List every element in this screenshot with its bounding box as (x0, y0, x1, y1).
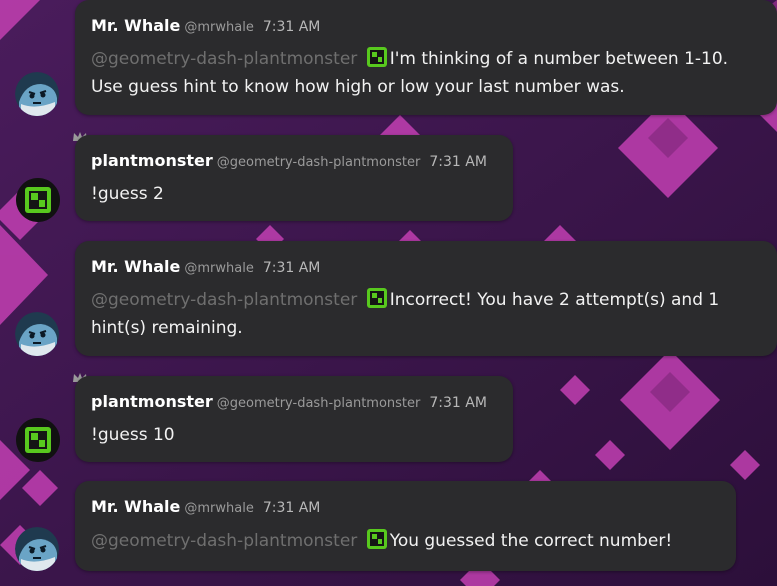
author-name[interactable]: plantmonster (91, 151, 213, 170)
message-bubble: Mr. Whale @mrwhale 7:31 AM @geometry-dash-… (75, 481, 736, 571)
message-bubble: plantmonster @geometry-dash-plantmonster 7… (75, 376, 513, 462)
timestamp: 7:31 AM (262, 260, 321, 276)
author-handle: @mrwhale (184, 261, 254, 276)
user-mention[interactable]: @geometry-dash-plantmonster (91, 531, 357, 551)
timestamp: 7:31 AM (262, 19, 321, 35)
author-name[interactable]: Mr. Whale (91, 16, 180, 35)
message-bubble: plantmonster @geometry-dash-plantmonster 7… (75, 135, 513, 221)
whale-avatar-icon[interactable] (15, 312, 59, 356)
message-text: You guessed the correct number! (389, 531, 673, 551)
timestamp: 7:31 AM (429, 154, 487, 170)
message-body: !guess 10 (91, 421, 501, 449)
plantmonster-avatar-icon[interactable] (16, 418, 60, 462)
timestamp: 7:31 AM (429, 395, 487, 411)
user-mention[interactable]: @geometry-dash-plantmonster (91, 290, 357, 310)
message-body: @geometry-dash-plantmonster Incorrect! Y… (91, 286, 765, 342)
plantmonster-avatar-icon (366, 47, 387, 67)
message-header: plantmonster @geometry-dash-plantmonster 7… (91, 151, 487, 170)
author-handle: @geometry-dash-plantmonster (216, 155, 421, 170)
plantmonster-avatar-icon (366, 529, 387, 549)
author-name[interactable]: plantmonster (91, 392, 213, 411)
message-text: !guess 10 (91, 425, 175, 445)
message-header: Mr. Whale @mrwhale 7:31 AM (91, 16, 320, 35)
message-text: !guess 2 (91, 184, 164, 204)
author-handle: @mrwhale (184, 501, 254, 516)
author-handle: @geometry-dash-plantmonster (216, 396, 421, 411)
whale-avatar-icon[interactable] (15, 527, 59, 571)
message-header: Mr. Whale @mrwhale 7:31 AM (91, 257, 320, 276)
timestamp: 7:31 AM (262, 500, 321, 516)
message-header: plantmonster @geometry-dash-plantmonster 7… (91, 392, 487, 411)
author-name[interactable]: Mr. Whale (91, 497, 180, 516)
user-mention[interactable]: @geometry-dash-plantmonster (91, 49, 357, 69)
message-body: !guess 2 (91, 180, 501, 208)
message-bubble: Mr. Whale @mrwhale 7:31 AM @geometry-dash-… (75, 0, 777, 115)
message-body: @geometry-dash-plantmonster I'm thinking… (91, 45, 765, 101)
whale-avatar-icon[interactable] (15, 72, 59, 116)
plantmonster-avatar-icon (366, 288, 387, 308)
author-handle: @mrwhale (184, 20, 254, 35)
plantmonster-avatar-icon[interactable] (16, 178, 60, 222)
message-header: Mr. Whale @mrwhale 7:31 AM (91, 497, 320, 516)
message-body: @geometry-dash-plantmonster You guessed … (91, 527, 724, 555)
message-bubble: Mr. Whale @mrwhale 7:31 AM @geometry-dash-… (75, 241, 777, 356)
author-name[interactable]: Mr. Whale (91, 257, 180, 276)
